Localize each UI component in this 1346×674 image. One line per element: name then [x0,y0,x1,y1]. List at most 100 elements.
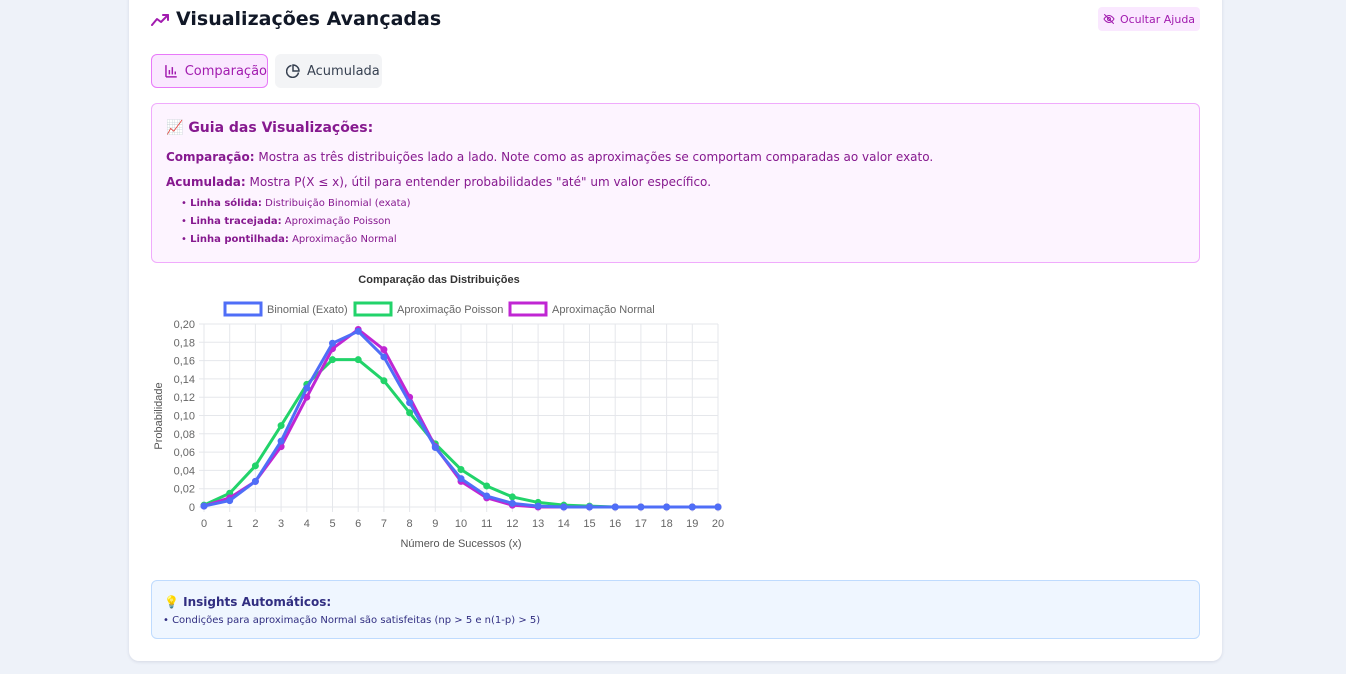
tab-comparison[interactable]: Comparação [151,54,268,88]
data-point [380,353,388,361]
x-tick-label: 20 [712,518,724,530]
eye-off-icon [1103,14,1115,24]
y-axis-label: Probabilidade [153,382,165,449]
x-tick-label: 7 [381,518,387,530]
hide-help-button[interactable]: Ocultar Ajuda [1098,7,1200,31]
data-point [688,503,696,511]
x-tick-label: 5 [329,518,335,530]
visualizations-card: Visualizações Avançadas Ocultar Ajuda Co… [129,0,1222,661]
data-point [329,356,336,364]
data-point [457,475,465,483]
chart-emoji-icon: 📈 [166,120,184,136]
guide-title: 📈 Guia das Visualizações: [166,120,374,136]
insights-panel: 💡 Insights Automáticos: • Condições para… [151,580,1200,639]
insight-item: • Condições para aproximação Normal são … [163,615,541,626]
page-title: Visualizações Avançadas [176,8,442,30]
tab-cumulative-label: Acumulada [307,63,380,79]
chart-title: Comparação das Distribuições [358,274,519,286]
data-point [200,502,208,510]
y-tick-label: 0,08 [174,429,195,441]
data-point [508,493,516,501]
data-point [354,327,362,335]
hide-help-label: Ocultar Ajuda [1119,12,1196,26]
trending-up-icon [151,14,169,26]
tab-cumulative[interactable]: Acumulada [275,54,382,88]
y-tick-label: 0 [189,502,195,514]
y-tick-label: 0,02 [174,484,195,496]
chart-legend: Binomial (Exato) Aproximação Poisson Aprox… [223,301,655,317]
data-point [303,384,311,392]
x-tick-label: 17 [635,518,647,530]
data-point [714,503,722,511]
data-point [329,339,336,347]
lightbulb-icon: 💡 [164,595,179,609]
data-point [226,497,234,505]
y-tick-label: 0,04 [174,465,195,477]
data-point [380,346,388,354]
data-point [534,502,542,510]
data-point [406,399,414,407]
legend-swatch [508,301,548,317]
x-tick-label: 13 [532,518,544,530]
guide-cumulative-line: Acumulada: Mostra P(X ≤ x), útil para en… [166,175,712,189]
insights-title: 💡 Insights Automáticos: [164,595,332,609]
x-tick-label: 1 [227,518,233,530]
x-tick-label: 4 [304,518,310,530]
y-tick-label: 0,16 [174,356,195,368]
y-tick-label: 0,12 [174,392,195,404]
guide-comparison-line: Comparação: Mostra as três distribuições… [166,150,934,164]
x-tick-label: 6 [355,518,361,530]
guide-bullet-solid: • Linha sólida: Distribuição Binomial (e… [181,198,411,209]
x-tick-label: 12 [506,518,518,530]
data-point [560,503,568,511]
legend-label: Aproximação Poisson [397,304,503,316]
data-point [277,422,285,430]
data-point [508,499,516,507]
legend-swatch [353,301,393,317]
x-tick-label: 19 [686,518,698,530]
y-tick-label: 0,06 [174,447,195,459]
x-axis-ticks: 0 1 2 3 4 5 6 7 8 9 10 11 12 13 14 15 16 17 18 19 20 [201,518,724,530]
data-point [406,409,414,417]
data-point [637,503,645,511]
x-tick-label: 9 [432,518,438,530]
guide-bullet-dotted: • Linha pontilhada: Aproximação Normal [181,234,397,245]
data-point [457,465,465,473]
data-point [277,437,285,445]
x-tick-label: 2 [252,518,258,530]
data-point [483,482,491,490]
comparison-chart-svg: Comparação das Distribuições Binomial (E… [153,274,724,550]
x-tick-label: 10 [455,518,467,530]
tab-comparison-label: Comparação [184,63,267,79]
x-tick-label: 15 [583,518,595,530]
x-tick-label: 14 [558,518,570,530]
legend-label: Binomial (Exato) [267,304,348,316]
y-tick-label: 0,14 [174,374,195,386]
x-tick-label: 16 [609,518,621,530]
data-point [251,477,259,485]
y-tick-label: 0,10 [174,411,195,423]
data-point [380,377,388,385]
comparison-chart: Comparação das Distribuições Binomial (E… [151,273,751,568]
data-point [251,462,259,470]
x-tick-label: 8 [407,518,413,530]
data-point [611,503,619,511]
legend-label: Aproximação Normal [552,304,655,316]
data-point [354,356,362,364]
data-point [663,503,671,511]
y-tick-label: 0,20 [174,319,195,331]
pie-chart-icon [286,64,300,78]
y-axis-ticks: 0 0,02 0,04 0,06 0,08 0,10 0,12 0,14 0,16 0,18 0,2… [174,319,195,514]
x-axis-label: Número de Sucessos (x) [400,538,521,550]
y-tick-label: 0,18 [174,337,195,349]
data-point [431,444,439,452]
x-tick-label: 18 [660,518,672,530]
x-tick-label: 3 [278,518,284,530]
bar-chart-icon [165,65,177,78]
visualization-guide-panel: 📈 Guia das Visualizações: Comparação: Mo… [151,103,1200,263]
guide-bullet-dashed: • Linha tracejada: Aproximação Poisson [181,216,391,227]
x-tick-label: 0 [201,518,207,530]
x-tick-label: 11 [481,518,492,530]
data-point [483,492,491,500]
legend-swatch [223,301,263,317]
